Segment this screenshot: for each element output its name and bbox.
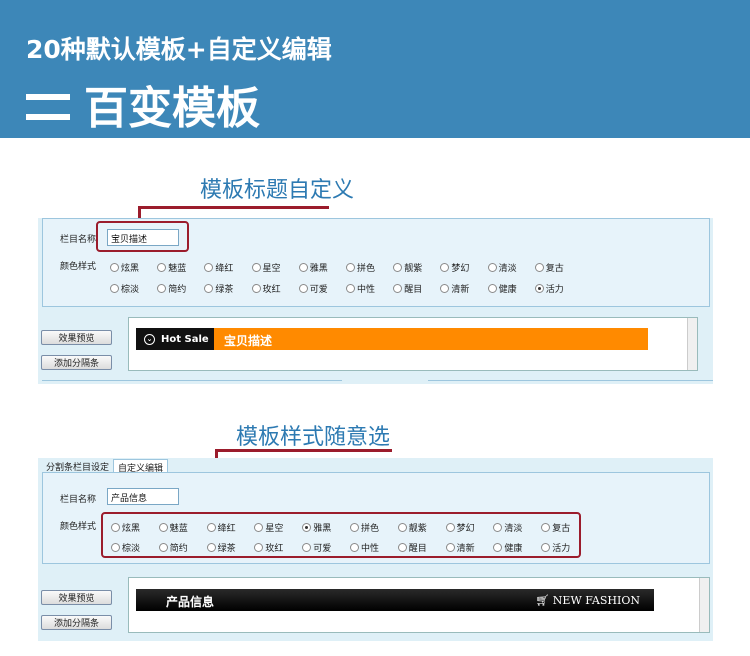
scrollbar[interactable] [687, 318, 697, 370]
style-option-label: 复古 [545, 264, 564, 274]
radio-circle-icon [251, 263, 261, 272]
preview-button[interactable]: 效果预览 [41, 590, 112, 605]
style-option[interactable]: 中性 [346, 282, 375, 295]
radio-circle-icon [110, 284, 119, 293]
style-label: 颜色样式 [60, 262, 97, 272]
style-option[interactable]: 梦幻 [440, 261, 469, 274]
highlight-box-name [96, 221, 189, 252]
preview-bar: 产品信息 🛒︎ NEW FASHION [136, 589, 654, 611]
style-option[interactable]: 靓紫 [393, 261, 422, 274]
radio-circle-icon [440, 263, 450, 272]
equals-icon [26, 94, 70, 120]
style-option-label: 活力 [545, 285, 564, 295]
hot-sale-text: Hot Sale [161, 333, 209, 345]
preview-area-1: ⌄ Hot Sale 宝贝描述 [128, 317, 698, 371]
style-option-label: 雅黑 [309, 264, 328, 274]
style-option[interactable]: 可爱 [298, 282, 328, 295]
style-option[interactable]: 魅蓝 [157, 261, 186, 274]
banner-line1: 20种默认模板+自定义编辑 [26, 35, 332, 64]
preview-area-2: 产品信息 🛒︎ NEW FASHION [128, 577, 710, 633]
style-option[interactable]: 绛红 [204, 261, 233, 274]
fashion-text: NEW FASHION [552, 594, 640, 607]
promo-banner: 20种默认模板+自定义编辑 百变模板 [0, 0, 750, 138]
style-option-label: 棕淡 [121, 285, 140, 295]
radio-circle-icon [204, 263, 214, 272]
style-option-label: 可爱 [309, 285, 328, 295]
callout-line-h [215, 449, 392, 452]
style-option-label: 清淡 [498, 264, 517, 274]
radio-circle-icon [487, 284, 497, 293]
radio-circle-icon [298, 263, 308, 272]
section1-caption: 模板标题自定义 [200, 178, 355, 203]
callout-line-h [138, 206, 329, 209]
style-option[interactable]: 雅黑 [298, 261, 328, 274]
style-option-label: 醒目 [404, 285, 423, 295]
style-option-label: 炫黑 [121, 264, 140, 274]
name-label: 栏目名称 [60, 235, 97, 245]
banner-line2: 百变模板 [26, 72, 260, 136]
add-divider-button[interactable]: 添加分隔条 [41, 355, 112, 370]
preview-bar: ⌄ Hot Sale 宝贝描述 [136, 328, 648, 350]
divider [42, 380, 342, 384]
radio-circle-icon [110, 263, 119, 272]
style-option[interactable]: 醒目 [393, 282, 422, 295]
style-option[interactable]: 玫红 [251, 282, 281, 295]
divider [428, 380, 713, 384]
style-option-label: 绿茶 [215, 285, 234, 295]
banner-line2-text: 百变模板 [84, 83, 260, 134]
radio-circle-icon [204, 284, 214, 293]
radio-circle-icon [346, 284, 355, 293]
style-option-label: 星空 [262, 264, 281, 274]
style-option[interactable]: 绿茶 [204, 282, 233, 295]
style-option-label: 绛红 [215, 264, 234, 274]
radio-circle-icon [157, 263, 167, 272]
chevron-down-icon: ⌄ [144, 333, 155, 345]
style-option[interactable]: 星空 [251, 261, 281, 274]
style-option[interactable]: 清淡 [487, 261, 517, 274]
radio-circle-icon [487, 263, 497, 272]
preview-button[interactable]: 效果预览 [41, 330, 112, 345]
style-option-label: 梦幻 [451, 264, 470, 274]
style-option-label: 清新 [451, 285, 470, 295]
style-option-label: 魅蓝 [168, 264, 187, 274]
radio-circle-icon [534, 263, 544, 272]
name-label: 栏目名称 [60, 495, 97, 505]
add-divider-button[interactable]: 添加分隔条 [41, 615, 112, 630]
style-option[interactable]: 活力 [534, 282, 564, 295]
style-label: 颜色样式 [60, 522, 97, 532]
style-option-label: 中性 [357, 285, 376, 295]
highlight-box-styles [101, 512, 581, 558]
style-option[interactable]: 简约 [157, 282, 186, 295]
hot-sale-badge: ⌄ Hot Sale [136, 328, 214, 350]
radio-circle-icon [534, 284, 544, 293]
radio-circle-icon [346, 263, 355, 272]
radio-circle-icon [440, 284, 450, 293]
style-option[interactable]: 清新 [440, 282, 469, 295]
radio-circle-icon [298, 284, 308, 293]
radio-circle-icon [393, 284, 403, 293]
style-option[interactable]: 炫黑 [110, 261, 139, 274]
preview-title: 宝贝描述 [224, 334, 273, 348]
style-option-label: 玫红 [262, 285, 281, 295]
radio-circle-icon [157, 284, 167, 293]
style-option[interactable]: 棕淡 [110, 282, 139, 295]
style-option[interactable]: 拼色 [346, 261, 375, 274]
fashion-label: 🛒︎ NEW FASHION [535, 594, 640, 607]
scrollbar[interactable] [699, 578, 709, 632]
cart-icon: 🛒︎ [535, 594, 550, 607]
radio-circle-icon [251, 284, 261, 293]
section2-caption: 模板样式随意选 [236, 425, 391, 450]
style-option-label: 靓紫 [404, 264, 423, 274]
preview-title: 产品信息 [166, 595, 215, 609]
style-option[interactable]: 复古 [534, 261, 564, 274]
style-option-label: 健康 [498, 285, 517, 295]
style-option-label: 简约 [168, 285, 187, 295]
style-option-label: 拼色 [357, 264, 376, 274]
name-input[interactable]: 产品信息 [107, 488, 179, 505]
radio-circle-icon [393, 263, 403, 272]
style-option[interactable]: 健康 [487, 282, 517, 295]
